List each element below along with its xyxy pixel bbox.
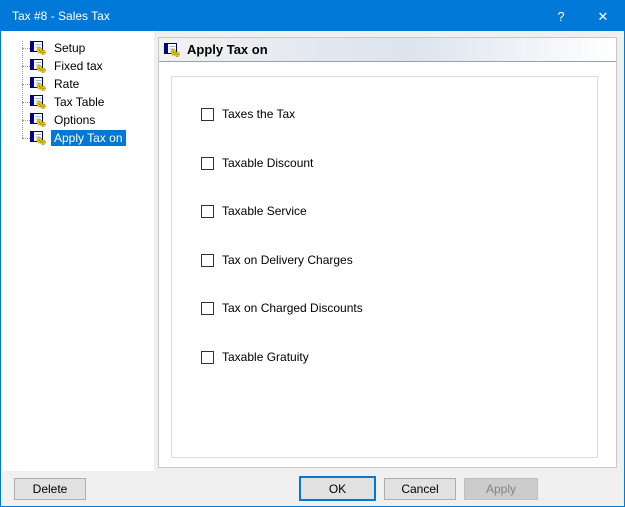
checkbox-taxable-discount[interactable]: Taxable Discount	[201, 155, 313, 171]
tree-item-label: Fixed tax	[51, 58, 106, 74]
window-title: Tax #8 - Sales Tax	[1, 1, 540, 31]
checkbox-unchecked[interactable]	[201, 157, 214, 170]
tree-branch-line	[22, 102, 30, 103]
tax-dialog-window: Tax #8 - Sales Tax ? ✕ Setup Fixed tax R…	[0, 0, 625, 507]
checkbox-tax-on-delivery-charges[interactable]: Tax on Delivery Charges	[201, 252, 353, 268]
tree-item-label: Options	[51, 112, 98, 128]
checkbox-unchecked[interactable]	[201, 351, 214, 364]
checkbox-tax-on-charged-discounts[interactable]: Tax on Charged Discounts	[201, 300, 363, 316]
property-page-icon	[30, 41, 46, 55]
property-page-icon	[30, 95, 46, 109]
checkbox-label: Tax on Charged Discounts	[222, 301, 363, 315]
tree-item-tax-table[interactable]: Tax Table	[2, 93, 154, 111]
tree-item-setup[interactable]: Setup	[2, 39, 154, 57]
tree-item-rate[interactable]: Rate	[2, 75, 154, 93]
checkbox-unchecked[interactable]	[201, 205, 214, 218]
tree-item-options[interactable]: Options	[2, 111, 154, 129]
tree-branch-line	[22, 48, 30, 49]
tree-panel: Setup Fixed tax Rate Tax Table Options A…	[2, 31, 154, 471]
property-page-icon	[30, 131, 46, 145]
tree-branch-line	[22, 84, 30, 85]
options-group-box: Taxes the Tax Taxable Discount Taxable S…	[171, 76, 598, 458]
checkbox-unchecked[interactable]	[201, 254, 214, 267]
property-page-icon	[164, 43, 180, 57]
delete-button[interactable]: Delete	[14, 478, 86, 500]
cancel-button[interactable]: Cancel	[384, 478, 456, 500]
page-header: Apply Tax on	[159, 38, 616, 62]
checkbox-label: Taxable Gratuity	[222, 350, 309, 364]
tree-item-label: Setup	[51, 40, 88, 56]
checkbox-label: Tax on Delivery Charges	[222, 253, 353, 267]
property-page-icon	[30, 113, 46, 127]
close-icon: ✕	[598, 10, 609, 23]
checkbox-unchecked[interactable]	[201, 108, 214, 121]
tree-item-label: Tax Table	[51, 94, 107, 110]
checkbox-label: Taxable Discount	[222, 156, 313, 170]
titlebar: Tax #8 - Sales Tax ? ✕	[1, 1, 624, 31]
tree-branch-line	[22, 138, 30, 139]
ok-button[interactable]: OK	[299, 476, 376, 501]
tree-item-apply-tax-on[interactable]: Apply Tax on	[2, 129, 154, 147]
page-title: Apply Tax on	[187, 42, 268, 57]
checkbox-taxes-the-tax[interactable]: Taxes the Tax	[201, 106, 295, 122]
checkbox-unchecked[interactable]	[201, 302, 214, 315]
help-icon: ?	[557, 10, 564, 23]
tree-branch-line	[22, 120, 30, 121]
property-page-icon	[30, 77, 46, 91]
checkbox-label: Taxes the Tax	[222, 107, 295, 121]
help-button[interactable]: ?	[540, 1, 582, 31]
tree-branch-line	[22, 66, 30, 67]
tree-item-label: Rate	[51, 76, 82, 92]
checkbox-taxable-service[interactable]: Taxable Service	[201, 203, 307, 219]
tree-item-fixed-tax[interactable]: Fixed tax	[2, 57, 154, 75]
checkbox-taxable-gratuity[interactable]: Taxable Gratuity	[201, 349, 309, 365]
apply-tax-on-page: Apply Tax on Taxes the Tax Taxable Disco…	[158, 37, 617, 468]
property-page-icon	[30, 59, 46, 73]
checkbox-label: Taxable Service	[222, 204, 307, 218]
tree-item-label: Apply Tax on	[51, 130, 126, 146]
close-button[interactable]: ✕	[582, 1, 624, 31]
apply-button-disabled: Apply	[464, 478, 538, 500]
